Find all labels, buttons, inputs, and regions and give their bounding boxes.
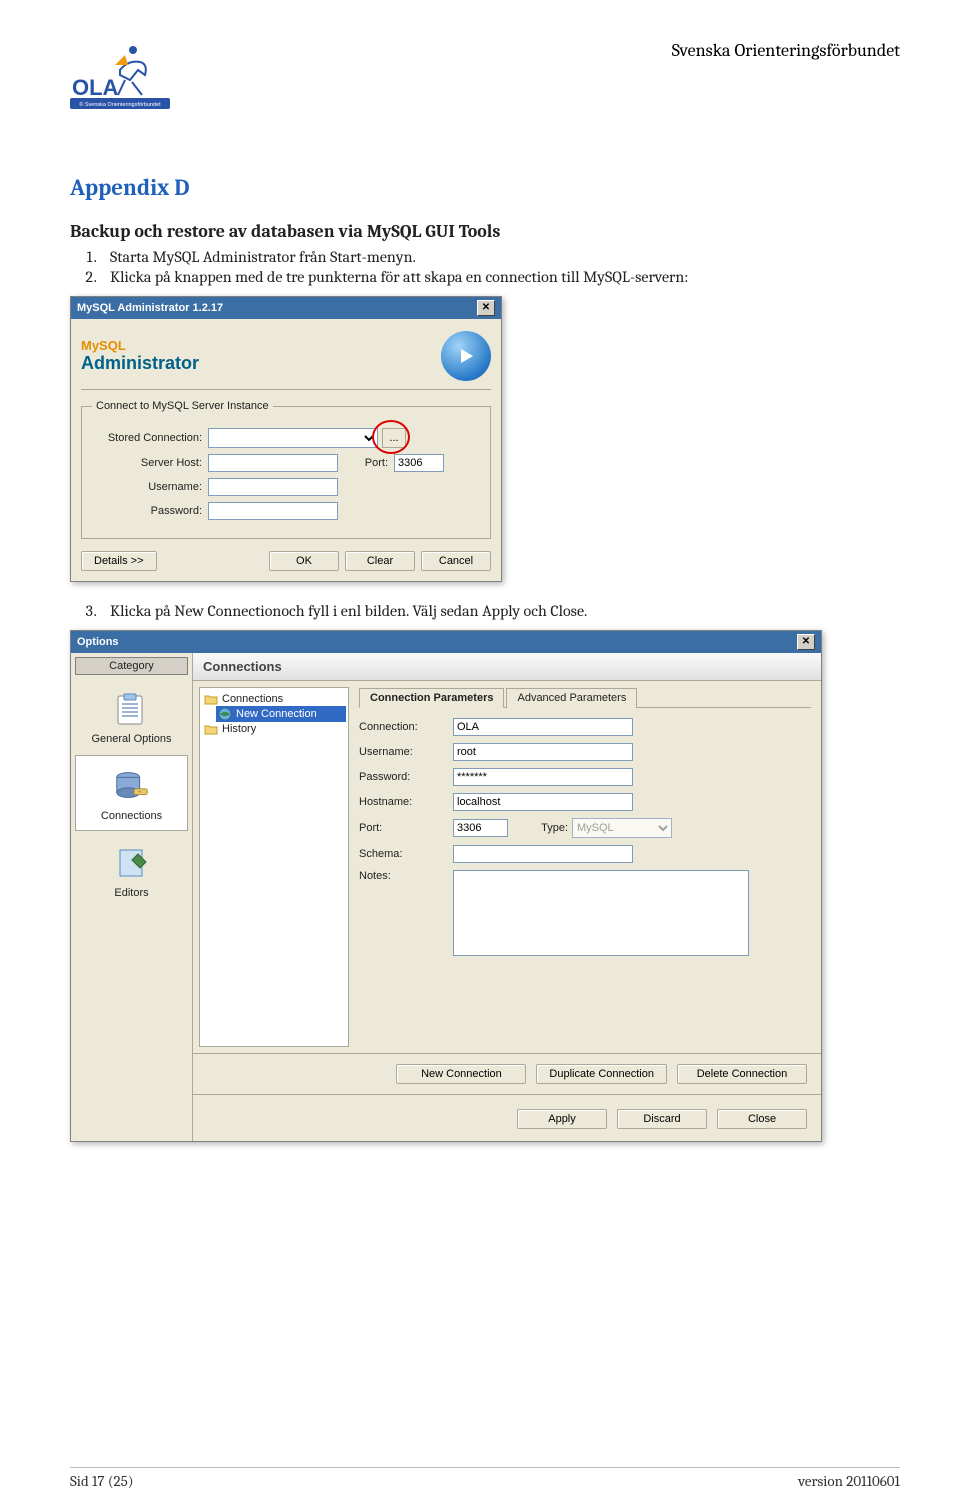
appendix-title: Appendix D bbox=[70, 174, 900, 201]
footer-version: version 20110601 bbox=[798, 1472, 900, 1490]
page-footer: Sid 17 (25) version 20110601 bbox=[70, 1467, 900, 1490]
clear-button[interactable]: Clear bbox=[345, 551, 415, 571]
password-input[interactable] bbox=[208, 502, 338, 520]
sidebar-item-connections[interactable]: Connections bbox=[75, 755, 188, 831]
connection-params-panel: Connection Parameters Advanced Parameter… bbox=[355, 681, 821, 1053]
mysql-brand: MySQL bbox=[81, 338, 126, 353]
param-port-input[interactable] bbox=[453, 819, 508, 837]
sidebar-item-label: General Options bbox=[75, 733, 188, 745]
ellipsis-button[interactable]: ... bbox=[382, 428, 406, 448]
param-password-input[interactable] bbox=[453, 768, 633, 786]
param-schema-label: Schema: bbox=[359, 848, 453, 860]
step-1: Starta MySQL Administrator från Start-me… bbox=[100, 248, 900, 266]
administrator-brand: Administrator bbox=[81, 353, 199, 373]
folder-icon bbox=[204, 724, 218, 735]
options-main-pane: Connections Connections bbox=[193, 653, 821, 1141]
close-icon[interactable]: ✕ bbox=[477, 300, 495, 316]
editors-icon bbox=[111, 841, 153, 883]
step-list: Starta MySQL Administrator från Start-me… bbox=[100, 248, 900, 286]
param-notes-input[interactable] bbox=[453, 870, 749, 956]
dialog1-logo-area: MySQL Administrator bbox=[81, 327, 491, 387]
port-input[interactable] bbox=[394, 454, 444, 472]
general-options-icon bbox=[111, 687, 153, 729]
connection-buttons-row: New Connection Duplicate Connection Dele… bbox=[193, 1053, 821, 1094]
discard-button[interactable]: Discard bbox=[617, 1109, 707, 1129]
step-list-2: Klicka på New Connectionoch fyll i enl b… bbox=[100, 602, 900, 620]
param-port-label: Port: bbox=[359, 822, 453, 834]
mysql-admin-dialog: MySQL Administrator 1.2.17 ✕ MySQL Admin… bbox=[70, 296, 502, 582]
dialog1-title: MySQL Administrator 1.2.17 bbox=[77, 302, 223, 314]
username-label: Username: bbox=[92, 481, 208, 493]
step-3: Klicka på New Connectionoch fyll i enl b… bbox=[100, 602, 900, 620]
params-tabs: Connection Parameters Advanced Parameter… bbox=[359, 687, 811, 708]
dialog2-title: Options bbox=[77, 636, 119, 648]
username-input[interactable] bbox=[208, 478, 338, 496]
close-button[interactable]: Close bbox=[717, 1109, 807, 1129]
param-username-label: Username: bbox=[359, 746, 453, 758]
cancel-button[interactable]: Cancel bbox=[421, 551, 491, 571]
options-dialog: Options ✕ Category bbox=[70, 630, 822, 1142]
tree-connections[interactable]: Connections bbox=[202, 692, 346, 706]
ok-button[interactable]: OK bbox=[269, 551, 339, 571]
tab-connection-parameters[interactable]: Connection Parameters bbox=[359, 688, 504, 708]
globe-icon bbox=[218, 707, 232, 721]
param-schema-input[interactable] bbox=[453, 845, 633, 863]
main-header: Connections bbox=[193, 653, 821, 681]
param-password-label: Password: bbox=[359, 771, 453, 783]
close-icon[interactable]: ✕ bbox=[797, 634, 815, 650]
connect-groupbox: Connect to MySQL Server Instance Stored … bbox=[81, 400, 491, 539]
connection-label: Connection: bbox=[359, 721, 453, 733]
folder-icon bbox=[204, 694, 218, 705]
dialog1-titlebar: MySQL Administrator 1.2.17 ✕ bbox=[71, 297, 501, 319]
param-type-label: Type: bbox=[518, 822, 572, 834]
category-header: Category bbox=[75, 657, 188, 675]
apply-button[interactable]: Apply bbox=[517, 1109, 607, 1129]
port-label: Port: bbox=[338, 457, 394, 469]
step-2: Klicka på knappen med de tre punkterna f… bbox=[100, 268, 900, 286]
param-hostname-input[interactable] bbox=[453, 793, 633, 811]
connect-groupbox-legend: Connect to MySQL Server Instance bbox=[92, 400, 273, 412]
logo-subtext: © Svenska Orienteringsförbundet bbox=[79, 101, 161, 108]
stored-connection-label: Stored Connection: bbox=[92, 432, 208, 444]
stored-connection-select[interactable] bbox=[208, 428, 378, 448]
logo-text: OLA bbox=[72, 75, 119, 100]
param-type-select[interactable]: MySQL bbox=[572, 818, 672, 838]
sidebar-item-general-options[interactable]: General Options bbox=[75, 679, 188, 753]
ola-logo: OLA © Svenska Orienteringsförbundet bbox=[70, 40, 170, 114]
server-host-label: Server Host: bbox=[92, 457, 208, 469]
tree-history[interactable]: History bbox=[202, 722, 346, 736]
server-host-input[interactable] bbox=[208, 454, 338, 472]
section-subtitle: Backup och restore av databasen via MySQ… bbox=[70, 221, 900, 242]
footer-page: Sid 17 (25) bbox=[70, 1472, 134, 1490]
sidebar-item-editors[interactable]: Editors bbox=[75, 833, 188, 907]
tab-advanced-parameters[interactable]: Advanced Parameters bbox=[506, 688, 637, 708]
new-connection-button[interactable]: New Connection bbox=[396, 1064, 526, 1084]
param-username-input[interactable] bbox=[453, 743, 633, 761]
connection-tree[interactable]: Connections New Connection bbox=[199, 687, 349, 1047]
connections-icon bbox=[111, 764, 153, 806]
param-notes-label: Notes: bbox=[359, 870, 453, 882]
tree-new-connection[interactable]: New Connection bbox=[216, 706, 346, 722]
page-header: OLA © Svenska Orienteringsförbundet Sven… bbox=[70, 40, 900, 114]
details-button[interactable]: Details >> bbox=[81, 551, 157, 571]
dialog2-titlebar: Options ✕ bbox=[71, 631, 821, 653]
dialog-buttons-row: Apply Discard Close bbox=[193, 1094, 821, 1141]
param-hostname-label: Hostname: bbox=[359, 796, 453, 808]
sidebar-item-label: Editors bbox=[75, 887, 188, 899]
password-label: Password: bbox=[92, 505, 208, 517]
duplicate-connection-button[interactable]: Duplicate Connection bbox=[536, 1064, 667, 1084]
organization-name: Svenska Orienteringsförbundet bbox=[672, 40, 900, 61]
play-icon[interactable] bbox=[441, 331, 491, 381]
connection-input[interactable] bbox=[453, 718, 633, 736]
options-sidebar: Category General Options bbox=[71, 653, 193, 1141]
sidebar-item-label: Connections bbox=[76, 810, 187, 822]
delete-connection-button[interactable]: Delete Connection bbox=[677, 1064, 807, 1084]
